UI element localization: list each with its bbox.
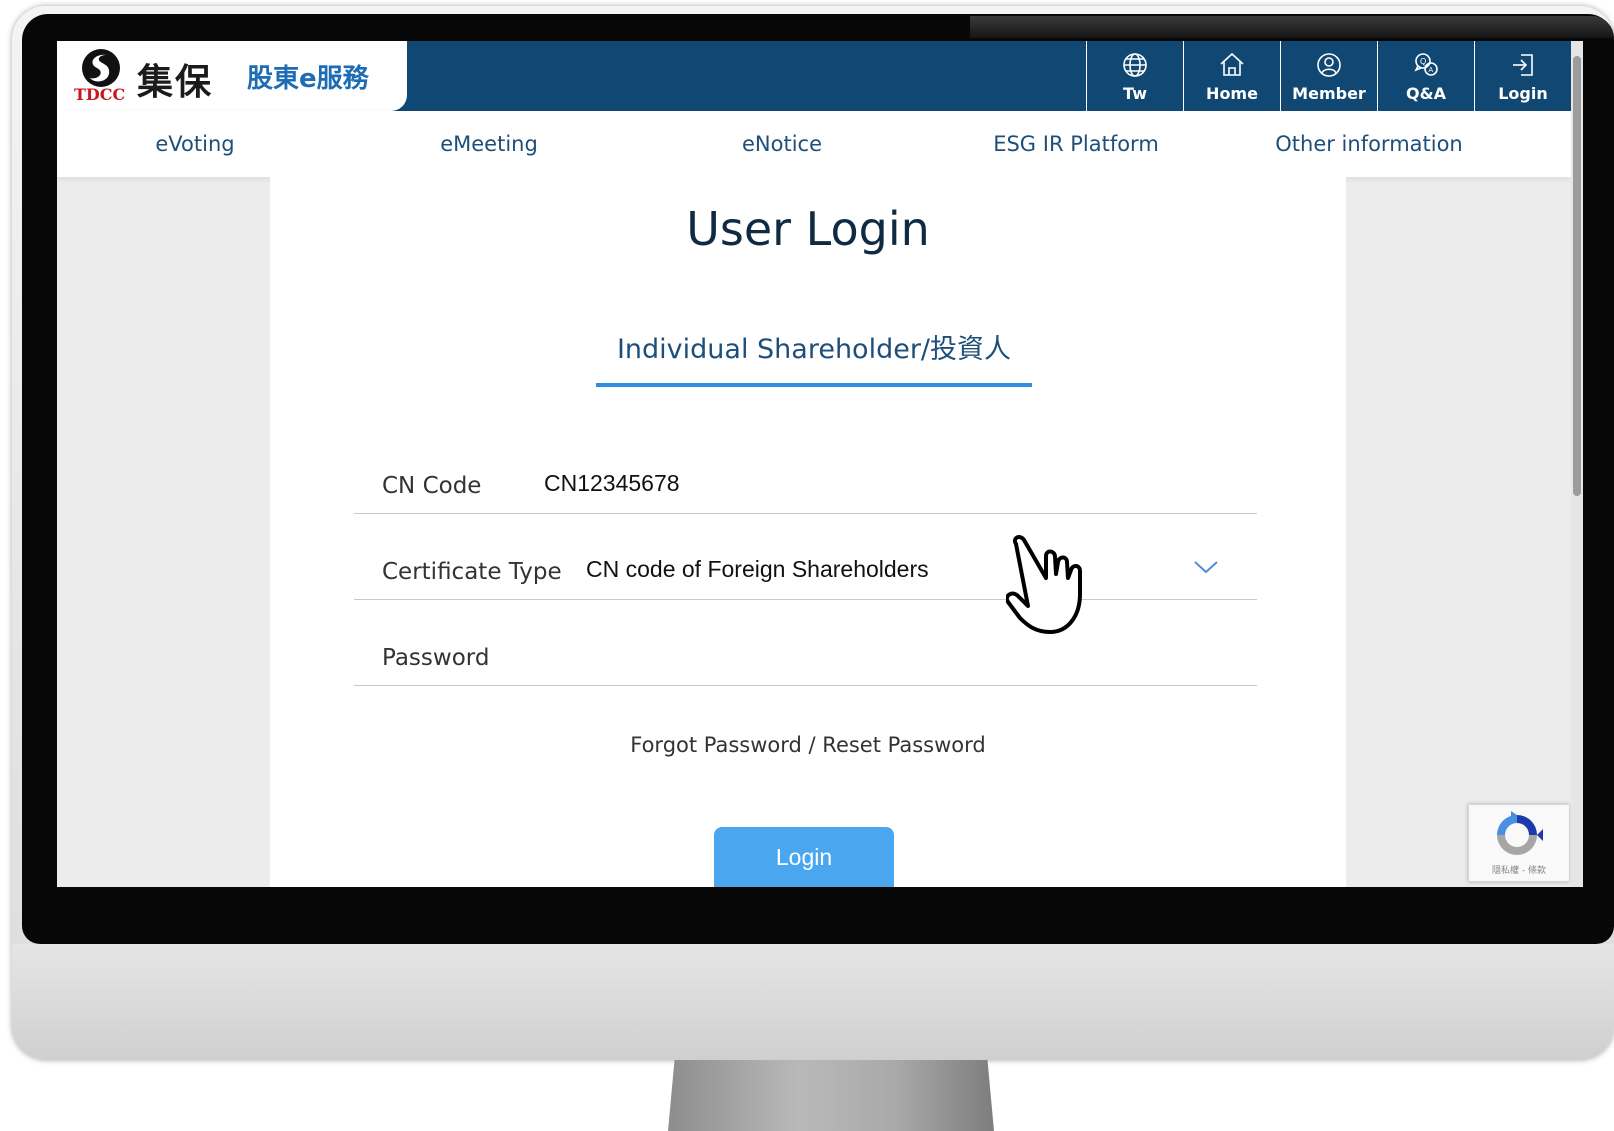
scrollbar-thumb[interactable] xyxy=(1573,56,1581,496)
logo-chinese-text: 集保 xyxy=(137,61,214,103)
language-button[interactable]: Tw xyxy=(1086,41,1183,111)
login-header-label: Login xyxy=(1498,83,1548,103)
tdcc-logo-icon xyxy=(82,49,120,87)
home-icon xyxy=(1220,52,1244,76)
login-panel: User Login Individual Shareholder/投資人 CN… xyxy=(270,177,1346,887)
login-header-button[interactable]: Login xyxy=(1474,41,1571,111)
page-title: User Login xyxy=(686,202,930,256)
login-icon xyxy=(1513,53,1533,76)
bezel-highlight xyxy=(970,16,1614,38)
forgot-password-link[interactable]: Forgot Password / Reset Password xyxy=(270,733,1346,757)
cn-code-field[interactable]: CN Code CN12345678 xyxy=(354,427,1257,514)
monitor-chin xyxy=(12,944,1614,1060)
globe-icon xyxy=(1123,52,1147,77)
svg-text:A: A xyxy=(1429,67,1434,74)
service-name: 股東e服務 xyxy=(247,64,369,94)
screen: TDCC 集保 股東e服務 Tw Home Member Q A Q&A Log… xyxy=(57,41,1571,887)
language-label: Tw xyxy=(1123,83,1147,103)
logo-tdcc-text: TDCC xyxy=(74,85,126,104)
home-label: Home xyxy=(1206,83,1258,103)
tab-individual-shareholder[interactable]: Individual Shareholder/投資人 xyxy=(596,327,1032,366)
hand-pointer-icon xyxy=(1006,535,1082,634)
recaptcha-badge[interactable]: 隱私權 - 條款 xyxy=(1468,804,1569,882)
cn-code-label: CN Code xyxy=(382,473,482,499)
member-label: Member xyxy=(1292,83,1366,103)
chevron-down-icon[interactable] xyxy=(1193,559,1219,575)
chat-icon: Q A xyxy=(1414,52,1438,76)
nav-emeeting[interactable]: eMeeting xyxy=(440,111,538,177)
monitor-stand xyxy=(668,1060,994,1131)
site-logo[interactable]: TDCC 集保 股東e服務 xyxy=(57,41,407,111)
recaptcha-icon xyxy=(1497,811,1543,855)
cn-code-input[interactable]: CN12345678 xyxy=(544,470,680,497)
certificate-type-label: Certificate Type xyxy=(382,559,562,585)
nav-evoting[interactable]: eVoting xyxy=(155,111,234,177)
password-label: Password xyxy=(382,645,490,671)
member-button[interactable]: Member xyxy=(1280,41,1377,111)
tab-active-indicator xyxy=(596,383,1032,387)
qa-label: Q&A xyxy=(1406,83,1446,103)
user-icon xyxy=(1317,52,1341,77)
main-nav: eVoting eMeeting eNotice ESG IR Platform… xyxy=(57,111,1571,177)
certificate-type-value[interactable]: CN code of Foreign Shareholders xyxy=(586,556,929,583)
header-actions: Tw Home Member Q A Q&A Login xyxy=(1086,41,1571,111)
login-button[interactable]: Login xyxy=(714,827,894,887)
nav-esg-ir-platform[interactable]: ESG IR Platform xyxy=(993,111,1159,177)
nav-other-information[interactable]: Other information xyxy=(1275,111,1463,177)
nav-enotice[interactable]: eNotice xyxy=(742,111,822,177)
recaptcha-terms[interactable]: 隱私權 - 條款 xyxy=(1469,863,1569,876)
qa-button[interactable]: Q A Q&A xyxy=(1377,41,1474,111)
home-button[interactable]: Home xyxy=(1183,41,1280,111)
svg-text:Q: Q xyxy=(1420,57,1426,66)
header-bar: TDCC 集保 股東e服務 Tw Home Member Q A Q&A Log… xyxy=(57,41,1571,111)
